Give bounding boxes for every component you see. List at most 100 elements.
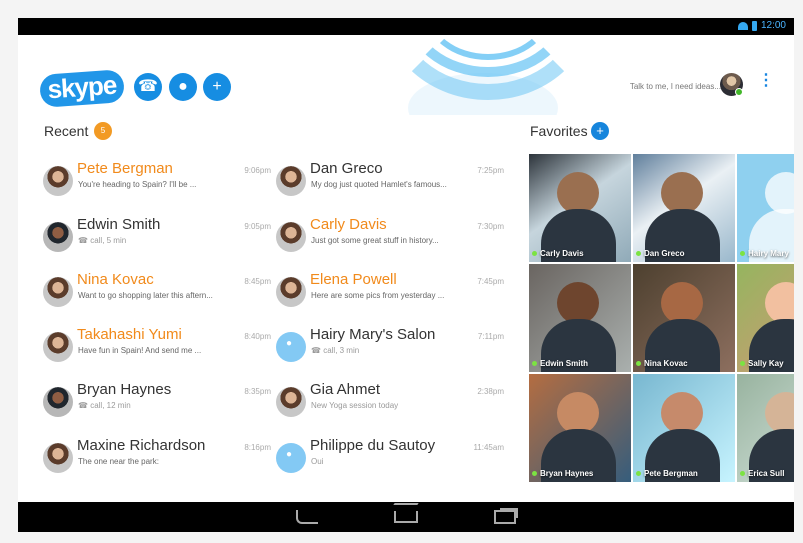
favorite-contact-tile[interactable]: Edwin Smith (529, 264, 631, 372)
favorites-title: Favorites (530, 123, 588, 139)
app-header: skype ☎ ● + Talk to me, I need ideas... … (18, 35, 794, 115)
contact-time: 8:35pm (244, 387, 271, 396)
contact-avatar-placeholder (276, 332, 306, 362)
contact-avatar (276, 387, 306, 417)
recent-apps-icon[interactable] (494, 510, 516, 524)
contact-message: My dog just quoted Hamlet's famous... (311, 180, 447, 189)
contact-message: The one near the park: (78, 457, 159, 466)
recent-contact-item[interactable]: Gia Ahmet New Yoga session today 2:38pm (276, 381, 506, 423)
contact-avatar (43, 443, 73, 473)
contact-message: Here are some pics from yesterday ... (311, 291, 445, 300)
contact-message: New Yoga session today (311, 401, 399, 410)
home-icon[interactable] (394, 511, 418, 523)
tablet-screen: 12:00 skype ☎ ● + Talk to me, I need ide… (18, 18, 794, 532)
contact-avatar (43, 277, 73, 307)
add-contact-button[interactable]: + (203, 73, 231, 101)
favorite-contact-tile[interactable]: Dan Greco (633, 154, 735, 262)
favorite-contact-tile[interactable]: Nina Kovac (633, 264, 735, 372)
chat-button[interactable]: ● (169, 73, 197, 101)
contact-name: Philippe du Sautoy (310, 437, 436, 454)
contact-time: 11:45am (473, 443, 504, 452)
contact-time: 9:06pm (244, 166, 271, 175)
phone-icon: ☎ (311, 346, 324, 355)
recent-contact-item[interactable]: Carly Davis Just got some great stuff in… (276, 216, 506, 258)
mood-message[interactable]: Talk to me, I need ideas... (630, 82, 721, 91)
contact-message: ☎ call, 3 min (311, 346, 360, 355)
call-button[interactable]: ☎ (134, 73, 162, 101)
contact-name: Nina Kovac (77, 271, 154, 288)
contact-name: Maxine Richardson (77, 437, 206, 454)
recent-contact-item[interactable]: Takahashi Yumi Have fun in Spain! And se… (43, 326, 273, 368)
favorites-grid: Carly Davis Dan Greco Hairy Mary Edwin S… (529, 154, 794, 486)
contact-avatar (43, 222, 73, 252)
contact-name: Takahashi Yumi (77, 326, 182, 343)
status-icons: 12:00 (737, 20, 786, 31)
contact-avatar (43, 387, 73, 417)
phone-icon: ☎ (78, 236, 91, 245)
favorite-contact-tile[interactable]: Pete Bergman (633, 374, 735, 482)
more-vertical-icon[interactable]: ⋮ (758, 73, 774, 89)
favorite-contact-name: Sally Kay (740, 359, 784, 368)
contact-time: 9:05pm (244, 222, 271, 231)
contact-time: 8:16pm (244, 443, 271, 452)
recent-contact-item[interactable]: Maxine Richardson The one near the park:… (43, 437, 273, 479)
contact-avatar (276, 277, 306, 307)
contact-time: 7:25pm (477, 166, 504, 175)
recent-contact-item[interactable]: Nina Kovac Want to go shopping later thi… (43, 271, 273, 313)
contact-name: Carly Davis (310, 216, 387, 233)
contact-message: Want to go shopping later this aftern... (78, 291, 213, 300)
contact-message: ☎ call, 5 min (78, 236, 127, 245)
favorite-contact-name: Edwin Smith (532, 359, 588, 368)
favorite-contact-tile[interactable]: Sally Kay (737, 264, 794, 372)
favorite-contact-name: Hairy Mary (740, 249, 789, 258)
recent-contact-item[interactable]: Elena Powell Here are some pics from yes… (276, 271, 506, 313)
recent-title: Recent (44, 123, 89, 139)
contact-name: Bryan Haynes (77, 381, 172, 398)
contact-message: Have fun in Spain! And send me ... (78, 346, 202, 355)
contact-message: ☎ call, 12 min (78, 401, 131, 410)
profile-avatar[interactable] (720, 73, 743, 96)
contact-avatar (43, 166, 73, 196)
favorite-contact-name: Erica Sull (740, 469, 784, 478)
contact-avatar-placeholder (276, 443, 306, 473)
contact-message: Just got some great stuff in history... (311, 236, 439, 245)
contact-time: 7:30pm (477, 222, 504, 231)
add-favorite-button[interactable]: + (591, 122, 609, 140)
battery-icon (751, 20, 757, 31)
contact-name: Pete Bergman (77, 160, 173, 177)
contact-name: Dan Greco (310, 160, 383, 177)
contact-name: Elena Powell (310, 271, 397, 288)
recent-contact-item[interactable]: Pete Bergman You're heading to Spain? I'… (43, 160, 273, 202)
contact-time: 8:45pm (244, 277, 271, 286)
contact-time: 2:38pm (477, 387, 504, 396)
contact-name: Hairy Mary's Salon (310, 326, 436, 343)
favorite-contact-name: Carly Davis (532, 249, 584, 258)
back-icon[interactable] (296, 510, 318, 524)
recent-contact-item[interactable]: Dan Greco My dog just quoted Hamlet's fa… (276, 160, 506, 202)
recent-contact-item[interactable]: Philippe du Sautoy Oui 11:45am (276, 437, 506, 479)
favorite-contact-name: Nina Kovac (636, 359, 688, 368)
favorite-contact-name: Pete Bergman (636, 469, 698, 478)
phone-icon: ☎ (78, 401, 91, 410)
favorite-contact-tile[interactable]: Bryan Haynes (529, 374, 631, 482)
recent-count-badge: 5 (94, 122, 112, 140)
contact-avatar (276, 222, 306, 252)
phone-icon: ☎ (138, 78, 158, 95)
recent-contact-item[interactable]: Bryan Haynes ☎ call, 12 min 8:35pm (43, 381, 273, 423)
recent-contact-item[interactable]: Hairy Mary's Salon ☎ call, 3 min 7:11pm (276, 326, 506, 368)
contact-time: 7:11pm (477, 332, 504, 341)
android-navigation-bar (18, 502, 794, 532)
contact-name: Gia Ahmet (310, 381, 381, 398)
contact-message: You're heading to Spain? I'll be ... (78, 180, 197, 189)
favorite-contact-name: Dan Greco (636, 249, 684, 258)
favorite-contact-tile[interactable]: Carly Davis (529, 154, 631, 262)
online-status-icon (735, 88, 743, 96)
contact-time: 7:45pm (477, 277, 504, 286)
favorite-contact-tile[interactable]: Erica Sull (737, 374, 794, 482)
contact-name: Edwin Smith (77, 216, 161, 233)
recent-contact-item[interactable]: Edwin Smith ☎ call, 5 min 9:05pm (43, 216, 273, 258)
favorite-contact-tile[interactable]: Hairy Mary (737, 154, 794, 262)
contact-message: Oui (311, 457, 324, 466)
status-bar: 12:00 (18, 18, 794, 35)
contact-time: 8:40pm (244, 332, 271, 341)
